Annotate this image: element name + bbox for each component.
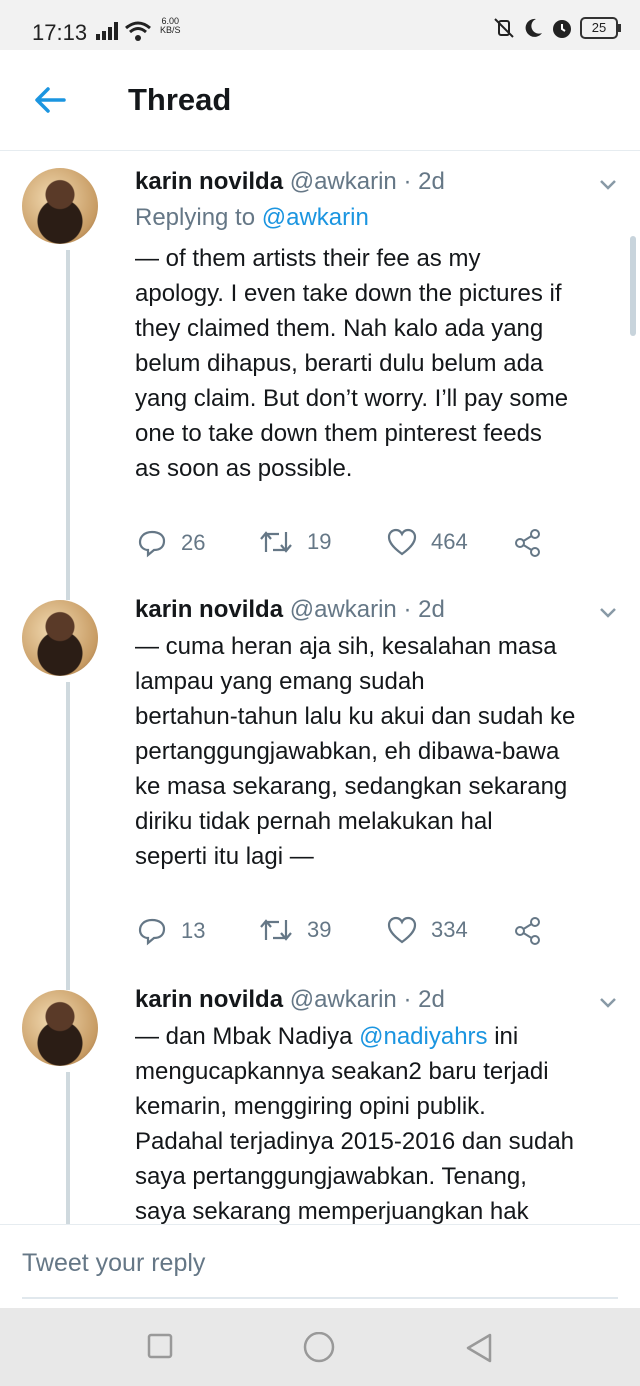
tweet-text: — of them artists their fee as my apology… bbox=[135, 245, 569, 482]
reply-input[interactable]: Tweet your reply bbox=[22, 1249, 205, 1278]
share-button[interactable] bbox=[513, 916, 543, 946]
retweet-button[interactable]: 39 bbox=[259, 916, 331, 944]
battery-indicator: 25 bbox=[580, 17, 621, 39]
arrow-left-icon[interactable] bbox=[30, 80, 70, 120]
retweet-count: 19 bbox=[307, 529, 332, 554]
like-button[interactable]: 464 bbox=[387, 528, 468, 556]
tweet[interactable]: karin novilda @awkarin · 2d Replying to … bbox=[0, 150, 640, 590]
wifi-icon bbox=[125, 21, 151, 41]
replying-to: Replying to @awkarin bbox=[135, 204, 369, 231]
share-icon bbox=[515, 529, 540, 557]
status-time: 17:13 bbox=[32, 20, 88, 45]
heart-icon bbox=[387, 528, 417, 556]
thread-line bbox=[66, 250, 70, 590]
retweet-count: 39 bbox=[307, 917, 332, 942]
thread-line bbox=[66, 590, 70, 600]
tweet-time: · 2d bbox=[403, 168, 445, 195]
system-navbar bbox=[0, 1308, 640, 1386]
avatar[interactable] bbox=[22, 990, 98, 1066]
retweet-icon bbox=[260, 919, 292, 941]
recents-icon[interactable] bbox=[146, 1332, 174, 1360]
chevron-down-icon[interactable] bbox=[596, 990, 620, 1014]
author-name[interactable]: karin novilda bbox=[135, 596, 283, 623]
share-icon bbox=[515, 917, 540, 945]
tweet-time: · 2d bbox=[403, 596, 445, 623]
chevron-down-icon[interactable] bbox=[596, 600, 620, 624]
tweet-author: karin novilda @awkarin · 2d bbox=[135, 986, 445, 1014]
signal-icon bbox=[96, 22, 118, 40]
page-title: Thread bbox=[128, 82, 232, 117]
tweet[interactable]: karin novilda @awkarin · 2d — cuma heran… bbox=[0, 590, 640, 980]
author-name[interactable]: karin novilda bbox=[135, 986, 283, 1013]
share-button[interactable] bbox=[513, 528, 543, 558]
alarm-icon bbox=[553, 20, 571, 38]
like-count: 464 bbox=[431, 529, 468, 554]
avatar[interactable] bbox=[22, 168, 98, 244]
tweet-text: — cuma heran aja sih, kesalahan masa lamp… bbox=[135, 633, 576, 870]
thread-line bbox=[66, 1072, 70, 1224]
like-count: 334 bbox=[431, 917, 468, 942]
avatar[interactable] bbox=[22, 600, 98, 676]
tweet-text: — dan Mbak Nadiya @nadiyahrs ini menguca… bbox=[135, 1023, 575, 1224]
home-icon[interactable] bbox=[302, 1332, 336, 1366]
reply-composer[interactable]: Tweet your reply bbox=[0, 1224, 640, 1309]
tweet[interactable]: karin novilda @awkarin · 2d — dan Mbak N… bbox=[0, 980, 640, 1224]
thread-header: Thread bbox=[0, 50, 640, 151]
tweet-author: karin novilda @awkarin · 2d bbox=[135, 168, 445, 196]
reply-icon bbox=[138, 530, 166, 558]
reply-icon bbox=[138, 918, 166, 946]
network-speed: 6.00 KB/S bbox=[160, 16, 181, 35]
heart-icon bbox=[387, 916, 417, 944]
reply-button[interactable]: 13 bbox=[137, 916, 205, 946]
like-button[interactable]: 334 bbox=[387, 916, 468, 944]
author-name[interactable]: karin novilda bbox=[135, 168, 283, 195]
mention-link[interactable]: @nadiyahrs bbox=[359, 1023, 487, 1050]
reply-count: 13 bbox=[181, 918, 206, 943]
thread-line bbox=[66, 682, 70, 980]
author-handle[interactable]: @awkarin bbox=[290, 596, 397, 623]
back-nav-icon[interactable] bbox=[464, 1332, 494, 1364]
status-bar: 17:13 6.00 KB/S 25 bbox=[0, 0, 640, 50]
moon-icon bbox=[525, 18, 542, 37]
thread-line bbox=[66, 980, 70, 990]
mute-icon bbox=[494, 18, 514, 38]
reply-count: 26 bbox=[181, 530, 206, 555]
tweet-actions: 13 39 334 bbox=[137, 916, 557, 950]
tweet-time: · 2d bbox=[403, 986, 445, 1013]
retweet-button[interactable]: 19 bbox=[259, 528, 331, 556]
author-handle[interactable]: @awkarin bbox=[290, 986, 397, 1013]
tweet-author: karin novilda @awkarin · 2d bbox=[135, 596, 445, 624]
replying-handle[interactable]: @awkarin bbox=[262, 204, 369, 231]
author-handle[interactable]: @awkarin bbox=[290, 168, 397, 195]
chevron-down-icon[interactable] bbox=[596, 172, 620, 196]
tweet-actions: 26 19 464 bbox=[137, 528, 557, 562]
reply-underline bbox=[22, 1297, 618, 1299]
retweet-icon bbox=[260, 531, 292, 553]
reply-button[interactable]: 26 bbox=[137, 528, 205, 558]
